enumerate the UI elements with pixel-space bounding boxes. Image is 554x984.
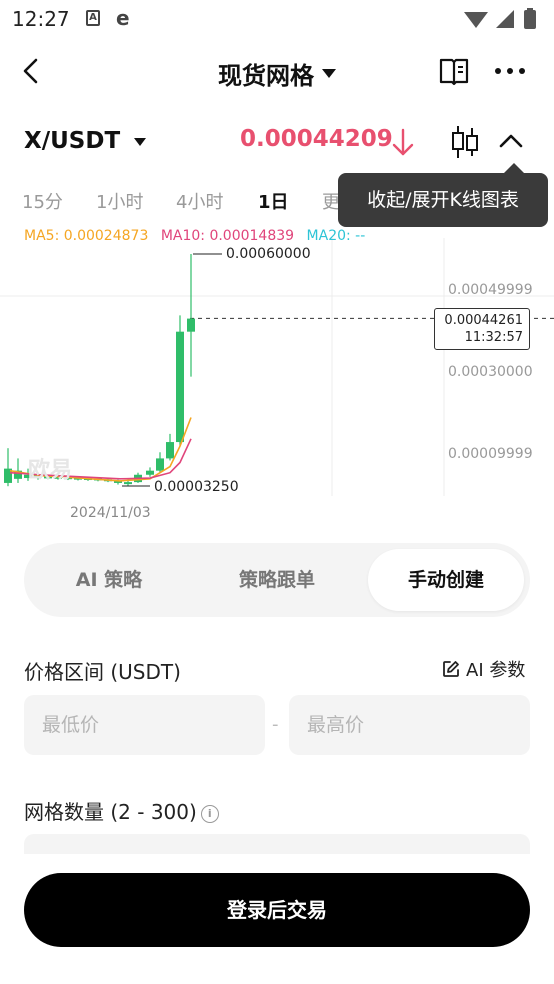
segment-ai-strategy[interactable]: AI 策略 bbox=[34, 549, 184, 611]
low-price-label: 0.00003250 bbox=[154, 479, 239, 495]
ma-legend: MA5: 0.00024873 MA10: 0.00014839 MA20: -… bbox=[24, 228, 373, 244]
status-bar: 12:27 A e bbox=[0, 0, 554, 38]
y-axis-tick: 0.00049999 bbox=[448, 282, 533, 298]
x-axis-date: 2024/11/03 bbox=[70, 505, 151, 521]
y-axis-tick: 0.00030000 bbox=[448, 364, 533, 380]
caret-down-icon bbox=[322, 69, 336, 78]
candle-body bbox=[156, 458, 164, 471]
tab-4hour[interactable]: 4小时 bbox=[176, 188, 223, 214]
ma20-legend: MA20: -- bbox=[306, 228, 366, 244]
min-price-input[interactable] bbox=[24, 695, 265, 755]
chart-toggle-tooltip: 收起/展开K线图表 bbox=[338, 163, 548, 227]
tab-1day[interactable]: 1日 bbox=[258, 188, 289, 214]
notification-e-icon: e bbox=[116, 6, 130, 30]
pair-caret-down-icon[interactable] bbox=[134, 138, 146, 146]
login-to-trade-button[interactable]: 登录后交易 bbox=[24, 873, 530, 947]
current-price-value: 0.00044261 bbox=[444, 313, 523, 328]
pair-selector[interactable]: X/USDT bbox=[24, 128, 120, 154]
strategy-mode-segment: AI 策略 策略跟单 手动创建 bbox=[24, 543, 530, 617]
grid-count-input[interactable] bbox=[24, 834, 530, 854]
current-price-marker: 0.00044261 11:32:57 bbox=[434, 308, 530, 350]
kline-chart[interactable]: 欧易 MA5: 0.00024873 MA10: 0.00014839 MA20… bbox=[0, 224, 554, 530]
notification-a-icon: A bbox=[86, 10, 100, 26]
ai-param-link[interactable]: AI 参数 bbox=[442, 656, 525, 682]
segment-copy-strategy[interactable]: 策略跟单 bbox=[202, 549, 352, 611]
edit-icon bbox=[443, 661, 459, 677]
page-title: 现货网格 bbox=[218, 62, 314, 90]
info-icon[interactable]: i bbox=[200, 805, 219, 823]
candle-body bbox=[176, 331, 184, 443]
top-header: 现货网格 bbox=[0, 38, 554, 104]
segment-manual-create[interactable]: 手动创建 bbox=[368, 549, 524, 611]
title-dropdown[interactable]: 现货网格 bbox=[0, 56, 554, 91]
pair-row: X/USDT 0.00044209 bbox=[0, 116, 554, 168]
tab-1hour[interactable]: 1小时 bbox=[96, 188, 143, 214]
ma5-legend: MA5: 0.00024873 bbox=[24, 228, 149, 244]
pair-price: 0.00044209 bbox=[240, 126, 393, 152]
candle-body bbox=[146, 470, 154, 475]
current-price-time: 11:32:57 bbox=[464, 330, 523, 345]
high-price-label: 0.00060000 bbox=[226, 246, 311, 262]
grid-count-label: 网格数量 (2 - 300) bbox=[24, 800, 197, 824]
tab-15min[interactable]: 15分 bbox=[22, 188, 63, 214]
more-options-icon[interactable] bbox=[492, 56, 528, 86]
y-axis-tick: 0.00009999 bbox=[448, 446, 533, 462]
status-time: 12:27 bbox=[12, 7, 70, 31]
candle-body bbox=[187, 318, 195, 332]
book-guide-icon[interactable] bbox=[438, 56, 470, 86]
candle-body bbox=[166, 442, 174, 459]
candle-body bbox=[124, 482, 132, 485]
signal-battery-icon bbox=[464, 8, 536, 29]
price-range-title: 价格区间 (USDT) bbox=[24, 660, 181, 684]
price-down-arrow-icon bbox=[392, 128, 414, 156]
candlestick-chart-icon[interactable] bbox=[450, 124, 480, 160]
ma10-legend: MA10: 0.00014839 bbox=[160, 228, 295, 244]
grid-count-title: 网格数量 (2 - 300) i bbox=[24, 796, 219, 825]
chevron-up-icon[interactable] bbox=[496, 126, 526, 156]
max-price-input[interactable] bbox=[289, 695, 530, 755]
range-separator: - bbox=[272, 714, 279, 735]
ai-param-label: AI 参数 bbox=[466, 660, 526, 681]
okx-watermark: 欧易 bbox=[28, 458, 73, 483]
